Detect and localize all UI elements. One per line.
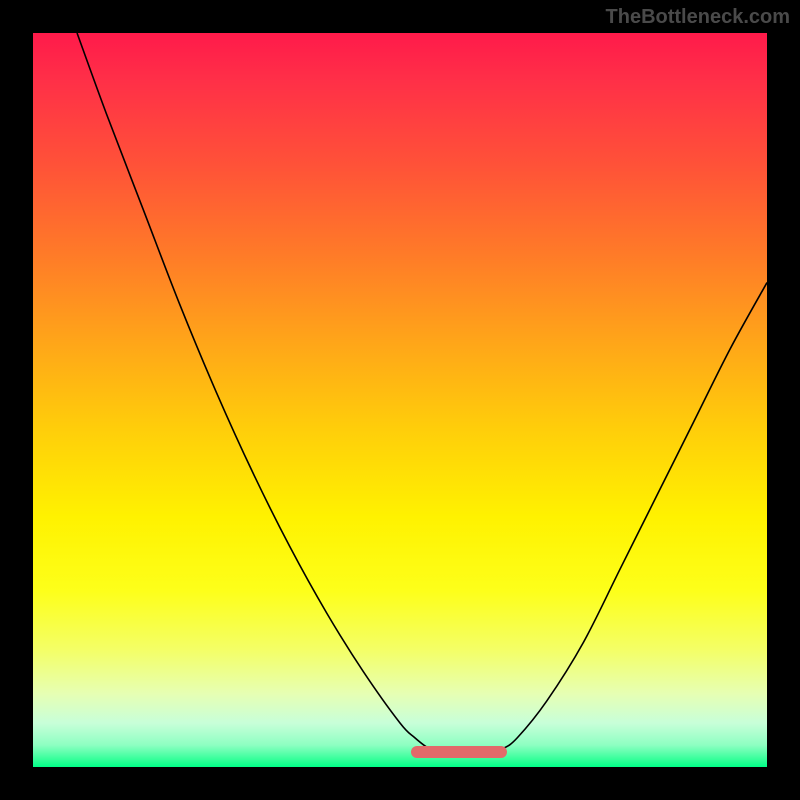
optimal-range-marker	[411, 746, 507, 758]
watermark-text: TheBottleneck.com	[606, 6, 790, 29]
curve-svg	[33, 33, 767, 767]
bottleneck-curve	[77, 33, 767, 753]
plot-area	[33, 33, 767, 767]
